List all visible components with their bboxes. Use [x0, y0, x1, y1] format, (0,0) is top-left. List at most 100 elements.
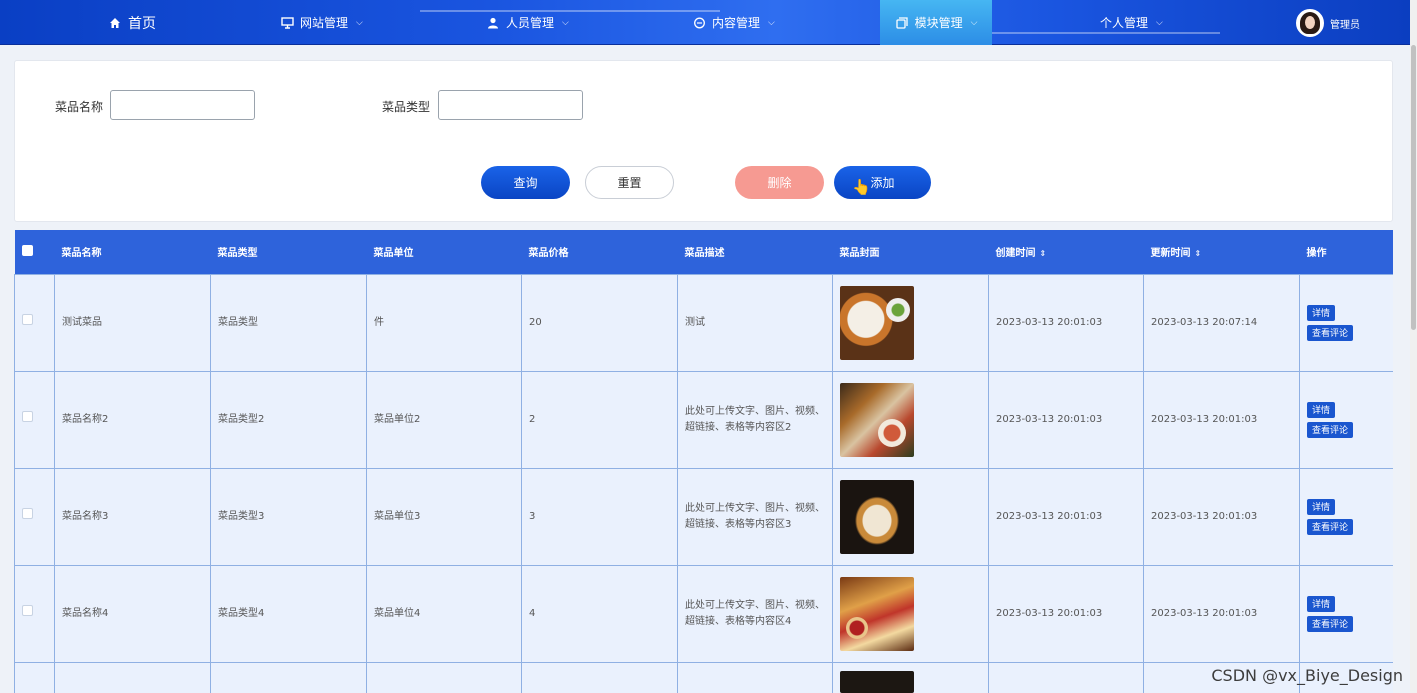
- watermark: CSDN @vx_Biye_Design: [1211, 666, 1403, 685]
- select-all-cell[interactable]: [14, 230, 55, 274]
- cell-cover: [832, 564, 989, 663]
- cell-cover: [832, 661, 989, 693]
- cell-ops: 详情 查看评论: [1299, 273, 1393, 372]
- cell-unit: 件: [366, 273, 522, 372]
- table-row: 菜品名称2 菜品类型2 菜品单位2 2 此处可上传文字、图片、视频、超链接、表格…: [14, 370, 1393, 469]
- page-scrollbar[interactable]: [1410, 0, 1417, 693]
- select-all-checkbox[interactable]: [21, 244, 33, 256]
- column-header-label: 更新时间: [1150, 248, 1191, 260]
- cell-created: 2023-03-13 20:01:03: [988, 273, 1144, 372]
- column-header: 操作: [1299, 230, 1393, 274]
- detail-button[interactable]: 详情: [1307, 304, 1336, 321]
- column-header: 菜品单位: [366, 230, 522, 274]
- nav-website-management[interactable]: 网站管理 ⌵: [280, 0, 363, 45]
- add-button[interactable]: 添加: [834, 166, 931, 199]
- cell-cover: [832, 273, 989, 372]
- cell-type: 菜品类型: [210, 273, 367, 372]
- row-select-cell[interactable]: [14, 467, 55, 566]
- view-comments-button[interactable]: 查看评论: [1307, 615, 1354, 632]
- column-header: 菜品类型: [210, 230, 367, 274]
- column-header: 菜品名称: [54, 230, 211, 274]
- chevron-down-icon: ⌵: [1156, 17, 1163, 28]
- nav-content-management[interactable]: 内容管理 ⌵: [692, 0, 775, 45]
- nav-label: 个人管理: [1100, 16, 1149, 30]
- nav-personal-management[interactable]: 个人管理 ⌵: [1100, 0, 1163, 45]
- cell-unit: 菜品单位4: [366, 564, 522, 663]
- sort-icon[interactable]: ⇕: [1040, 249, 1047, 258]
- row-select-cell[interactable]: [14, 661, 55, 693]
- reset-button[interactable]: 重置: [585, 166, 674, 199]
- row-checkbox[interactable]: [22, 605, 33, 616]
- top-navigation: 首页 网站管理 ⌵ 人员管理 ⌵ 内容管理 ⌵ 模块管理 ⌵ 个人管理 ⌵ 管理…: [0, 0, 1410, 45]
- view-comments-button[interactable]: 查看评论: [1307, 324, 1354, 341]
- dish-cover-image[interactable]: [840, 670, 914, 693]
- table-row: 测试菜品 菜品类型 件 20 测试 2023-03-13 20:01:03 20…: [14, 273, 1393, 372]
- nav-home[interactable]: 首页: [108, 0, 156, 45]
- dish-cover-image[interactable]: [840, 576, 914, 651]
- cell-unit: 菜品单位2: [366, 370, 522, 469]
- chevron-down-icon: ⌵: [356, 17, 363, 28]
- monitor-icon: [280, 16, 294, 30]
- table-header-row: 菜品名称 菜品类型 菜品单位 菜品价格 菜品描述 菜品封面 创建时间 ⇕ 更新时间…: [14, 230, 1393, 274]
- column-header-created[interactable]: 创建时间 ⇕: [988, 230, 1144, 274]
- query-button[interactable]: 查询: [481, 166, 570, 199]
- cell-type: [210, 661, 367, 693]
- dish-cover-image[interactable]: [840, 479, 914, 554]
- row-checkbox[interactable]: [22, 411, 33, 422]
- cell-updated: 2023-03-13 20:01:03: [1143, 370, 1300, 469]
- detail-button[interactable]: 详情: [1307, 595, 1336, 612]
- cell-name: 测试菜品: [54, 273, 211, 372]
- chevron-down-icon: ⌵: [562, 17, 569, 28]
- dish-table: 菜品名称 菜品类型 菜品单位 菜品价格 菜品描述 菜品封面 创建时间 ⇕ 更新时间…: [14, 230, 1393, 693]
- cell-ops: 详情 查看评论: [1299, 370, 1393, 469]
- cell-updated: 2023-03-13 20:07:14: [1143, 273, 1300, 372]
- detail-button[interactable]: 详情: [1307, 498, 1336, 515]
- cell-desc: 此处可上传文字、图片、视频、超链接、表格等内容区3: [677, 467, 833, 566]
- avatar: [1296, 9, 1324, 37]
- cell-updated: 2023-03-13 20:01:03: [1143, 467, 1300, 566]
- dish-name-input[interactable]: [110, 90, 255, 120]
- cell-cover: [832, 467, 989, 566]
- cell-type: 菜品类型4: [210, 564, 367, 663]
- cell-created: 2023-03-13 20:01:03: [988, 467, 1144, 566]
- row-checkbox[interactable]: [22, 314, 33, 325]
- dish-cover-image[interactable]: [840, 382, 914, 457]
- nav-personnel-management[interactable]: 人员管理 ⌵: [486, 0, 569, 45]
- column-header-updated[interactable]: 更新时间 ⇕: [1143, 230, 1300, 274]
- cell-desc: 此处可上传文字、图片、视频、超链接、表格等内容区2: [677, 370, 833, 469]
- cell-type: 菜品类型3: [210, 467, 367, 566]
- cell-unit: 菜品单位3: [366, 467, 522, 566]
- cell-desc: 此处可上传文字、图片、视频、超链接、表格等内容区4: [677, 564, 833, 663]
- search-panel: 菜品名称 菜品类型 查询 重置 删除 添加 👆: [14, 60, 1393, 222]
- nav-home-label: 首页: [128, 15, 156, 32]
- row-select-cell[interactable]: [14, 564, 55, 663]
- cell-desc: 测试: [677, 273, 833, 372]
- row-select-cell[interactable]: [14, 370, 55, 469]
- cell-updated: 2023-03-13 20:01:03: [1143, 564, 1300, 663]
- detail-button[interactable]: 详情: [1307, 401, 1336, 418]
- row-checkbox[interactable]: [22, 508, 33, 519]
- cell-name: 菜品名称4: [54, 564, 211, 663]
- column-header: 菜品封面: [832, 230, 989, 274]
- column-header-label: 创建时间: [995, 248, 1036, 260]
- chat-icon: [692, 16, 706, 30]
- dish-cover-image[interactable]: [840, 285, 914, 360]
- nav-label: 网站管理: [300, 16, 349, 30]
- delete-button[interactable]: 删除: [735, 166, 824, 199]
- cell-created: 2023-03-13 20:01:03: [988, 370, 1144, 469]
- nav-module-management[interactable]: 模块管理 ⌵: [880, 0, 992, 45]
- cell-unit: [366, 661, 522, 693]
- sort-icon[interactable]: ⇕: [1195, 249, 1202, 258]
- cell-price: 2: [521, 370, 678, 469]
- cell-created: 2023-03-13 20:01:03: [988, 564, 1144, 663]
- scrollbar-thumb[interactable]: [1411, 45, 1416, 330]
- view-comments-button[interactable]: 查看评论: [1307, 421, 1354, 438]
- cell-desc: [677, 661, 833, 693]
- dish-type-input[interactable]: [438, 90, 583, 120]
- dish-type-label: 菜品类型: [382, 100, 431, 114]
- user-menu[interactable]: 管理员: [1296, 9, 1360, 37]
- cell-name: 菜品名称3: [54, 467, 211, 566]
- row-select-cell[interactable]: [14, 273, 55, 372]
- chevron-down-icon: ⌵: [970, 17, 978, 28]
- view-comments-button[interactable]: 查看评论: [1307, 518, 1354, 535]
